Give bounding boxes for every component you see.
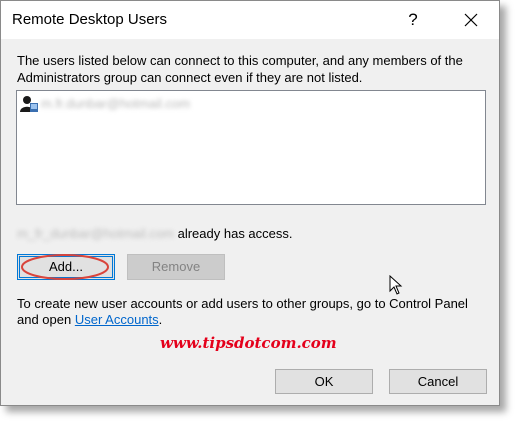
close-icon xyxy=(464,13,478,27)
user-name: m.fr.dunbar@hotmail.com xyxy=(41,96,191,111)
help-button[interactable]: ? xyxy=(395,7,431,33)
access-status: m_fr_dunbar@hotmail.com already has acce… xyxy=(17,226,293,241)
window-title: Remote Desktop Users xyxy=(12,11,168,28)
ok-button[interactable]: OK xyxy=(275,369,373,394)
remote-desktop-users-dialog: Remote Desktop Users ? The users listed … xyxy=(0,0,500,406)
access-suffix: already has access. xyxy=(177,226,293,241)
mouse-cursor-icon xyxy=(389,275,403,295)
list-item[interactable]: m.fr.dunbar@hotmail.com xyxy=(19,94,259,114)
info-text-end: . xyxy=(158,312,163,327)
info-text: To create new user accounts or add users… xyxy=(17,296,492,328)
remove-button[interactable]: Remove xyxy=(127,254,225,280)
watermark: www.tipsdotcom.com xyxy=(160,334,337,352)
cancel-button[interactable]: Cancel xyxy=(389,369,487,394)
user-list[interactable]: m.fr.dunbar@hotmail.com xyxy=(16,90,486,205)
close-button[interactable] xyxy=(453,7,489,33)
add-button[interactable]: Add... xyxy=(17,254,115,280)
user-accounts-link[interactable]: User Accounts xyxy=(75,312,159,327)
title-bar: Remote Desktop Users ? xyxy=(1,1,499,39)
description-text: The users listed below can connect to th… xyxy=(17,53,463,85)
user-icon xyxy=(20,96,38,112)
access-user-name: m_fr_dunbar@hotmail.com xyxy=(17,226,174,241)
